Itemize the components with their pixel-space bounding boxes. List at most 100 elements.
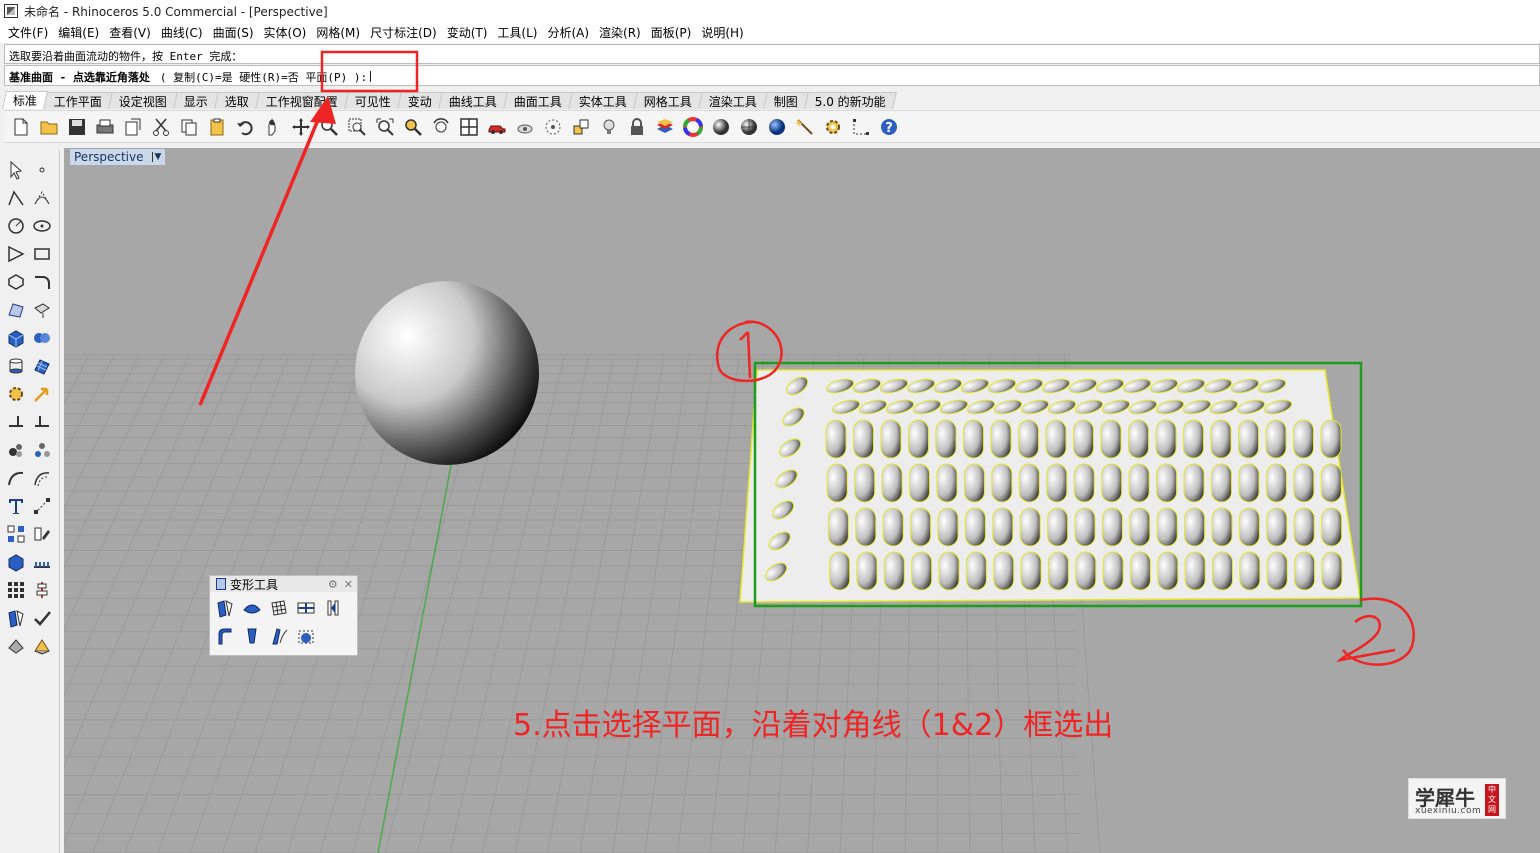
layer-icon[interactable] — [652, 114, 678, 140]
tab-surface-tools[interactable]: 曲面工具 — [503, 92, 573, 109]
deform-tools-icon[interactable] — [4, 606, 28, 630]
ellipse-icon[interactable] — [30, 214, 54, 238]
menu-help[interactable]: 说明(H) — [697, 24, 747, 41]
box-icon[interactable] — [4, 326, 28, 350]
fillet-curve-icon[interactable] — [30, 270, 54, 294]
polygon-icon[interactable] — [4, 270, 28, 294]
flow-along-curve-icon[interactable] — [267, 624, 291, 648]
dimension-tool-icon[interactable] — [30, 494, 54, 518]
tab-set-view[interactable]: 设定视图 — [108, 92, 178, 109]
edit-curve-icon[interactable] — [30, 522, 54, 546]
arc-icon[interactable] — [4, 242, 28, 266]
group-icon[interactable] — [4, 438, 28, 462]
boolean-union-icon[interactable] — [30, 326, 54, 350]
menu-render[interactable]: 渲染(R) — [595, 24, 645, 41]
rectangle-icon[interactable] — [30, 242, 54, 266]
save-icon[interactable] — [64, 114, 90, 140]
zoom-extents-icon[interactable] — [372, 114, 398, 140]
bend-icon[interactable] — [213, 624, 237, 648]
tab-cplanes[interactable]: 工作平面 — [43, 92, 113, 109]
print-icon[interactable] — [92, 114, 118, 140]
tab-transform[interactable]: 变动 — [397, 92, 443, 109]
tab-new-in-v5[interactable]: 5.0 的新功能 — [804, 92, 897, 109]
render-sphere-icon[interactable] — [736, 114, 762, 140]
control-point-curve-icon[interactable] — [30, 186, 54, 210]
zoom-selected-icon[interactable] — [400, 114, 426, 140]
viewport-title-tab[interactable]: Perspective ▼ — [70, 149, 166, 165]
taper-icon[interactable] — [321, 596, 345, 620]
hide-icon[interactable] — [512, 114, 538, 140]
tab-render-tools[interactable]: 渲染工具 — [698, 92, 769, 109]
help-icon[interactable]: ? — [876, 114, 902, 140]
viewport-dropdown-icon[interactable]: ▼ — [151, 152, 161, 162]
select-arrow-icon[interactable] — [4, 158, 28, 182]
array-icon[interactable] — [4, 522, 28, 546]
tab-select[interactable]: 选取 — [214, 92, 260, 109]
pan-hand-icon[interactable] — [260, 114, 286, 140]
material-sphere-icon[interactable] — [708, 114, 734, 140]
polyline-icon[interactable] — [4, 186, 28, 210]
curve-from-object-icon[interactable] — [4, 466, 28, 490]
copy-icon[interactable] — [176, 114, 202, 140]
surface-corner-icon[interactable] — [4, 298, 28, 322]
cut-icon[interactable] — [148, 114, 174, 140]
menu-file[interactable]: 文件(F) — [4, 24, 52, 41]
menu-curve[interactable]: 曲线(C) — [157, 24, 207, 41]
bend-surface-icon[interactable] — [240, 596, 264, 620]
twist-icon[interactable] — [240, 624, 264, 648]
flow-along-surface-icon[interactable] — [213, 596, 237, 620]
offset-curve-icon[interactable] — [30, 466, 54, 490]
four-viewports-icon[interactable] — [456, 114, 482, 140]
tab-visibility[interactable]: 可见性 — [344, 92, 402, 109]
car-shade-icon[interactable] — [484, 114, 510, 140]
rotate-view-icon[interactable] — [288, 114, 314, 140]
tab-drafting[interactable]: 制图 — [763, 92, 810, 109]
split-icon[interactable] — [4, 410, 28, 434]
panel-gear-icon[interactable]: ⚙ — [328, 578, 338, 591]
point-icon[interactable] — [30, 158, 54, 182]
tab-display[interactable]: 显示 — [173, 92, 219, 109]
menu-analyze[interactable]: 分析(A) — [543, 24, 593, 41]
menu-dimension[interactable]: 尺寸标注(D) — [366, 24, 441, 41]
command-options[interactable]: ( 复制(C)=是 硬性(R)=否 平面(P) ): — [160, 69, 367, 84]
text-icon[interactable] — [4, 494, 28, 518]
paste-icon[interactable] — [204, 114, 230, 140]
tab-solid-tools[interactable]: 实体工具 — [568, 92, 638, 109]
zoom-dynamic-icon[interactable] — [316, 114, 342, 140]
zoom-window-icon[interactable] — [344, 114, 370, 140]
splop-icon[interactable] — [294, 624, 318, 648]
move-arrow-icon[interactable] — [30, 382, 54, 406]
undo-icon[interactable] — [232, 114, 258, 140]
cylinder-icon[interactable] — [4, 354, 28, 378]
analysis-icon[interactable] — [30, 634, 54, 658]
ungroup-icon[interactable] — [30, 438, 54, 462]
render-tools-icon[interactable] — [4, 634, 28, 658]
show-icon[interactable] — [540, 114, 566, 140]
circle-icon[interactable] — [4, 214, 28, 238]
menu-surface[interactable]: 曲面(S) — [209, 24, 258, 41]
wand-icon[interactable] — [792, 114, 818, 140]
panel-header[interactable]: 变形工具 ⚙ ✕ — [210, 576, 357, 592]
menu-mesh[interactable]: 网格(M) — [312, 24, 364, 41]
extrude-surface-icon[interactable] — [30, 298, 54, 322]
panel-close-icon[interactable]: ✕ — [344, 578, 353, 591]
gear-settings-icon[interactable] — [820, 114, 846, 140]
tab-standard[interactable]: 标准 — [2, 91, 48, 109]
tab-viewport-layout[interactable]: 工作视窗配置 — [255, 92, 349, 109]
light-bulb-icon[interactable] — [596, 114, 622, 140]
color-wheel-icon[interactable] — [680, 114, 706, 140]
import-icon[interactable] — [120, 114, 146, 140]
menu-transform[interactable]: 变动(T) — [443, 24, 492, 41]
array-grid-icon[interactable] — [4, 578, 28, 602]
tab-curve-tools[interactable]: 曲线工具 — [438, 92, 508, 109]
lock-icon[interactable] — [624, 114, 650, 140]
perspective-viewport[interactable] — [64, 148, 1540, 853]
select-layer-icon[interactable] — [568, 114, 594, 140]
tab-mesh-tools[interactable]: 网格工具 — [633, 92, 703, 109]
dimension-icon[interactable] — [848, 114, 874, 140]
menu-edit[interactable]: 编辑(E) — [54, 24, 103, 41]
cage-edit-icon[interactable] — [267, 596, 291, 620]
blue-sphere-icon[interactable] — [764, 114, 790, 140]
solid-box-icon[interactable] — [4, 550, 28, 574]
grid-snap-icon[interactable] — [30, 550, 54, 574]
